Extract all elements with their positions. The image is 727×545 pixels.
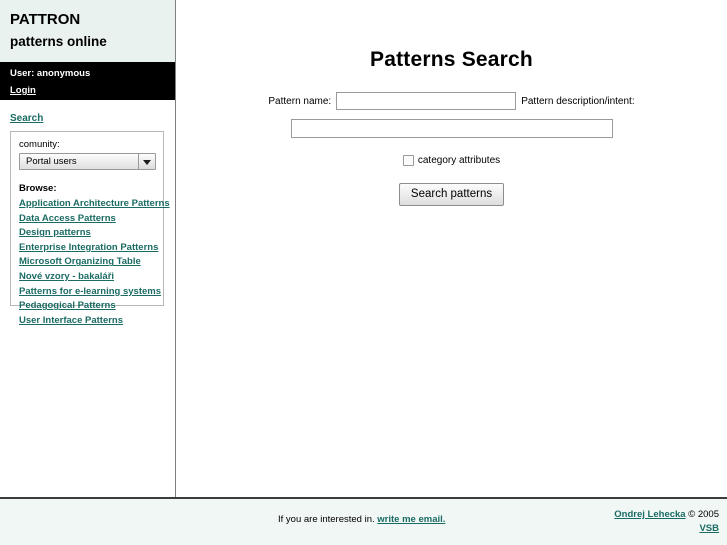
footer-contact-text: If you are interested in.: [278, 514, 375, 525]
list-item: Design patterns: [19, 225, 155, 240]
community-label: comunity:: [19, 139, 60, 150]
community-browse-panel: comunity: Portal users Browse: Applicati…: [10, 131, 170, 326]
footer: If you are interested in. write me email…: [0, 497, 727, 545]
brand-name: PATTRON: [10, 11, 81, 28]
category-attributes-row: category attributes: [176, 155, 727, 166]
author-link[interactable]: Ondrej Lehecka: [614, 509, 685, 520]
footer-contact: If you are interested in. write me email…: [278, 514, 445, 525]
browse-link-microsoft-organizing-table[interactable]: Microsoft Organizing Table: [19, 256, 141, 267]
list-item: Enterprise Integration Patterns: [19, 240, 158, 255]
search-form-row-1: Pattern name: Pattern description/intent…: [176, 92, 727, 110]
community-select[interactable]: Portal users: [19, 153, 156, 170]
pattern-name-input[interactable]: [336, 92, 517, 110]
browse-link-pedagogical-patterns[interactable]: Pedagogical Patterns: [19, 300, 116, 311]
sidebar: PATTRON patterns online User: anonymous …: [0, 0, 175, 498]
search-patterns-button[interactable]: Search patterns: [398, 183, 505, 206]
footer-credits: Ondrej Lehecka © 2005 VSB: [614, 508, 719, 536]
browse-link-application-architecture-patterns[interactable]: Application Architecture Patterns: [19, 198, 170, 209]
browse-link-patterns-for-e-learning-systems[interactable]: Patterns for e-learning systems: [19, 286, 161, 297]
page-root: PATTRON patterns online User: anonymous …: [0, 0, 727, 545]
page-title: Patterns Search: [370, 48, 533, 71]
list-item: Patterns for e-learning systems: [19, 284, 161, 299]
login-link[interactable]: Login: [10, 84, 36, 97]
browse-list: Application Architecture Patterns Data A…: [19, 196, 170, 328]
category-attributes-checkbox[interactable]: [402, 155, 414, 166]
pattern-description-input[interactable]: [290, 119, 613, 138]
chevron-down-icon: [143, 160, 151, 165]
browse-link-user-interface-patterns[interactable]: User Interface Patterns: [19, 315, 123, 326]
main-content: Patterns Search Pattern name: Pattern de…: [176, 0, 727, 498]
browse-heading: Browse:: [19, 183, 57, 194]
browse-link-enterprise-integration-patterns[interactable]: Enterprise Integration Patterns: [19, 242, 158, 253]
community-select-value: Portal users: [26, 156, 77, 167]
list-item: Nové vzory - bakaláři: [19, 269, 155, 284]
list-item: Microsoft Organizing Table: [19, 254, 155, 269]
footer-credits-line1: Ondrej Lehecka © 2005: [614, 508, 719, 522]
search-form-row-2: [176, 119, 727, 138]
list-item: Data Access Patterns: [19, 211, 155, 226]
browse-link-nove-vzory-bakalari[interactable]: Nové vzory - bakaláři: [19, 271, 114, 282]
browse-link-design-patterns[interactable]: Design patterns: [19, 227, 91, 238]
brand-tagline: patterns online: [10, 34, 107, 49]
pattern-description-label: Pattern description/intent:: [521, 95, 635, 107]
pattern-name-label: Pattern name:: [268, 95, 332, 107]
current-user-label: User: anonymous: [10, 68, 91, 79]
user-status-bar: User: anonymous Login: [0, 62, 175, 100]
category-attributes-label: category attributes: [417, 155, 501, 166]
list-item: User Interface Patterns: [19, 313, 155, 328]
sidebar-nav: Search: [0, 100, 175, 126]
footer-credits-line2: VSB: [614, 522, 719, 536]
organization-link[interactable]: VSB: [699, 523, 719, 534]
sidebar-item-search[interactable]: Search: [10, 113, 43, 124]
copyright-text: © 2005: [688, 509, 719, 520]
browse-link-data-access-patterns[interactable]: Data Access Patterns: [19, 213, 116, 224]
write-me-email-link[interactable]: write me email.: [377, 514, 445, 525]
list-item: Application Architecture Patterns: [19, 196, 170, 211]
search-button-row: Search patterns: [176, 183, 727, 206]
list-item: Pedagogical Patterns: [19, 298, 155, 313]
brand-header: PATTRON patterns online: [0, 0, 175, 62]
